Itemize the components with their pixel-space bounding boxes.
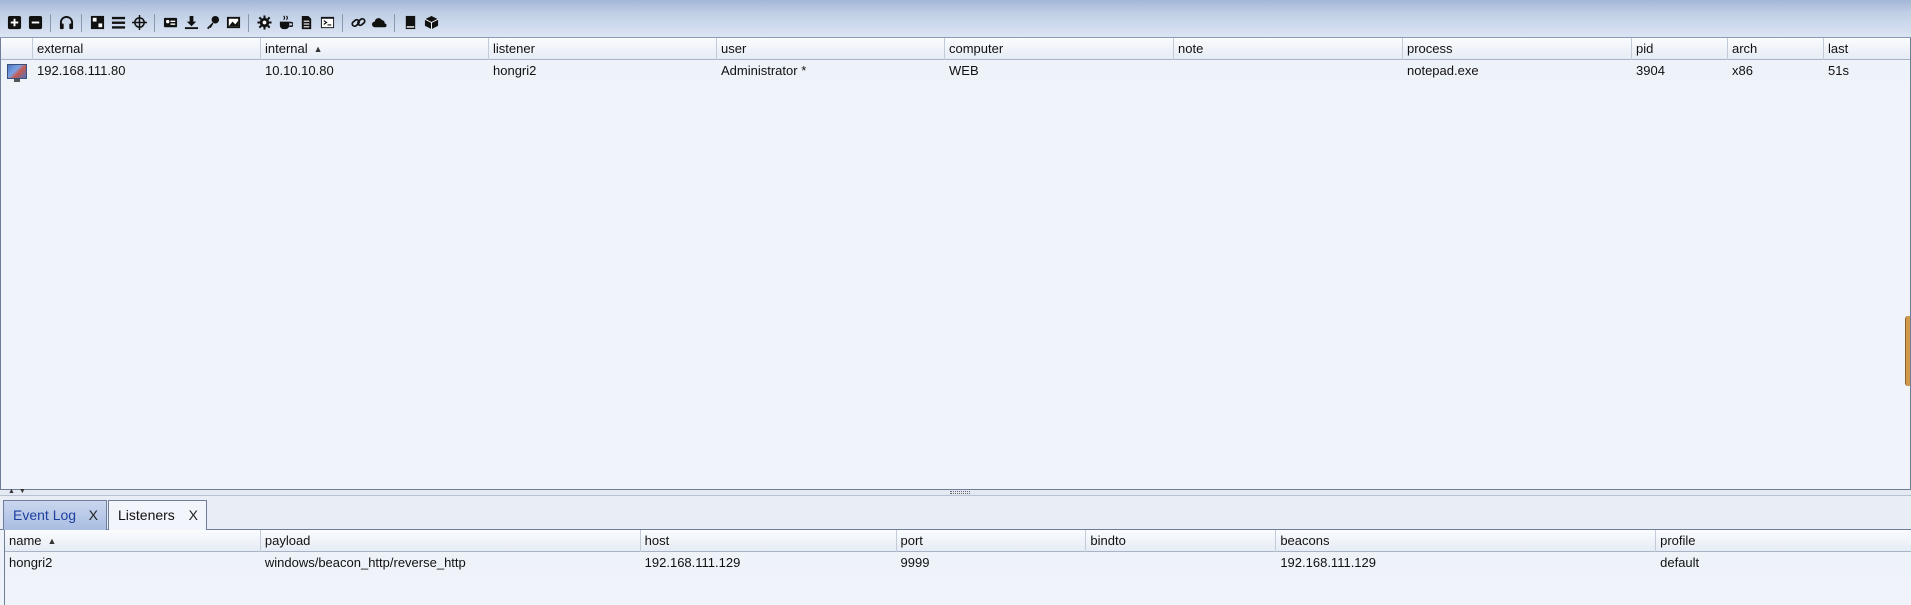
tab-label: Event Log [13, 507, 77, 523]
column-label: beacons [1280, 533, 1330, 548]
cube-icon[interactable] [421, 12, 442, 34]
credentials-icon[interactable] [160, 12, 181, 34]
column-header-external[interactable]: external [33, 38, 261, 60]
tab-label: Listeners [118, 507, 175, 523]
cell-computer: WEB [949, 63, 979, 78]
cell-beacons: 192.168.111.129 [1280, 555, 1376, 570]
screenshots-icon[interactable] [223, 12, 244, 34]
column-header-payload[interactable]: payload [261, 530, 641, 552]
toolbar-separator [248, 13, 249, 32]
column-label: pid [1636, 41, 1654, 56]
sessions-header: external internal ▲ listener user compute… [1, 38, 1910, 60]
toolbar-separator [50, 13, 51, 32]
column-label: external [37, 41, 84, 56]
toolbar-separator [154, 13, 155, 32]
sort-ascending-icon: ▲ [313, 44, 323, 54]
column-header-user[interactable]: user [717, 38, 945, 60]
new-connection-icon[interactable] [4, 12, 25, 34]
column-header-bindto[interactable]: bindto [1086, 530, 1277, 552]
cell-external: 192.168.111.80 [37, 63, 126, 78]
cell-bindto [1086, 552, 1276, 574]
column-label: name [9, 533, 42, 548]
script-console-icon[interactable] [296, 12, 317, 34]
toolbar-separator [394, 13, 395, 32]
column-label: profile [1660, 533, 1696, 548]
close-tab-button[interactable]: X [189, 501, 198, 529]
column-header-internal[interactable]: internal ▲ [261, 38, 489, 60]
cell-process: notepad.exe [1407, 63, 1479, 78]
disconnect-icon[interactable] [25, 12, 46, 34]
cell-note [1174, 60, 1403, 82]
column-header-note[interactable]: note [1174, 38, 1403, 60]
link-icon[interactable] [348, 12, 369, 34]
collapse-arrows-icon[interactable]: ▲▼ [8, 488, 30, 495]
listeners-table: name ▲ payload host port bindto beacons p… [4, 530, 1911, 605]
downloads-icon[interactable] [181, 12, 202, 34]
column-label: arch [1732, 41, 1758, 56]
column-label: payload [264, 533, 311, 548]
sort-ascending-icon: ▲ [47, 536, 57, 546]
column-header-pid[interactable]: pid [1632, 38, 1728, 60]
column-header-name[interactable]: name ▲ [5, 530, 261, 552]
settings-icon[interactable] [254, 12, 275, 34]
java-icon[interactable] [275, 12, 296, 34]
column-label: user [721, 41, 747, 56]
toolbar-separator [81, 13, 82, 32]
column-label: host [644, 533, 670, 548]
cell-internal: 10.10.10.80 [265, 63, 334, 78]
session-monitor-icon [1, 60, 33, 82]
column-label: last [1828, 41, 1849, 56]
table-row[interactable]: 192.168.111.80 10.10.10.80 hongri2 Admin… [1, 60, 1910, 82]
listeners-header: name ▲ payload host port bindto beacons p… [5, 530, 1911, 552]
cell-port: 9999 [900, 555, 930, 570]
column-header-profile[interactable]: profile [1656, 530, 1911, 552]
targets-icon[interactable] [129, 12, 150, 34]
column-header-process[interactable]: process [1403, 38, 1632, 60]
column-header-host[interactable]: host [641, 530, 897, 552]
sessions-table: external internal ▲ listener user compute… [0, 38, 1911, 490]
column-header-arch[interactable]: arch [1728, 38, 1824, 60]
cell-listener: hongri2 [493, 63, 537, 78]
headphones-icon[interactable] [56, 12, 77, 34]
column-label: internal [265, 41, 308, 56]
side-panel-handle[interactable] [1905, 316, 1910, 386]
column-header-icon[interactable] [1, 38, 33, 60]
toolbar [0, 0, 1911, 38]
cell-profile: default [1660, 555, 1700, 570]
cell-payload: windows/beacon_http/reverse_http [264, 555, 466, 570]
grip-icon [950, 491, 970, 494]
cell-last: 51s [1828, 63, 1849, 78]
column-label: bindto [1090, 533, 1126, 548]
terminal-icon[interactable] [317, 12, 338, 34]
column-label: process [1407, 41, 1453, 56]
table-row[interactable]: hongri2 windows/beacon_http/reverse_http… [5, 552, 1911, 574]
column-label: computer [949, 41, 1004, 56]
toolbar-separator [342, 13, 343, 32]
book-icon[interactable] [400, 12, 421, 34]
column-header-port[interactable]: port [897, 530, 1087, 552]
session-list-icon[interactable] [108, 12, 129, 34]
column-label: note [1178, 41, 1204, 56]
cell-arch: x86 [1732, 63, 1753, 78]
column-header-beacons[interactable]: beacons [1276, 530, 1657, 552]
tab-bar: Event Log X Listeners X [0, 496, 1911, 531]
cell-user: Administrator * [721, 63, 807, 78]
cell-name: hongri2 [9, 555, 53, 570]
close-tab-button[interactable]: X [89, 501, 98, 529]
column-header-computer[interactable]: computer [945, 38, 1174, 60]
cloud-icon[interactable] [369, 12, 390, 34]
tab-listeners[interactable]: Listeners X [108, 500, 207, 531]
keystrokes-icon[interactable] [202, 12, 223, 34]
column-label: port [900, 533, 923, 548]
cell-pid: 3904 [1636, 63, 1665, 78]
column-label: listener [493, 41, 535, 56]
column-header-last[interactable]: last [1824, 38, 1910, 60]
pivot-graph-icon[interactable] [87, 12, 108, 34]
cell-host: 192.168.111.129 [644, 555, 741, 570]
column-header-listener[interactable]: listener [489, 38, 717, 60]
cobalt-strike-window: external internal ▲ listener user compute… [0, 0, 1911, 605]
tab-event-log[interactable]: Event Log X [3, 500, 107, 530]
